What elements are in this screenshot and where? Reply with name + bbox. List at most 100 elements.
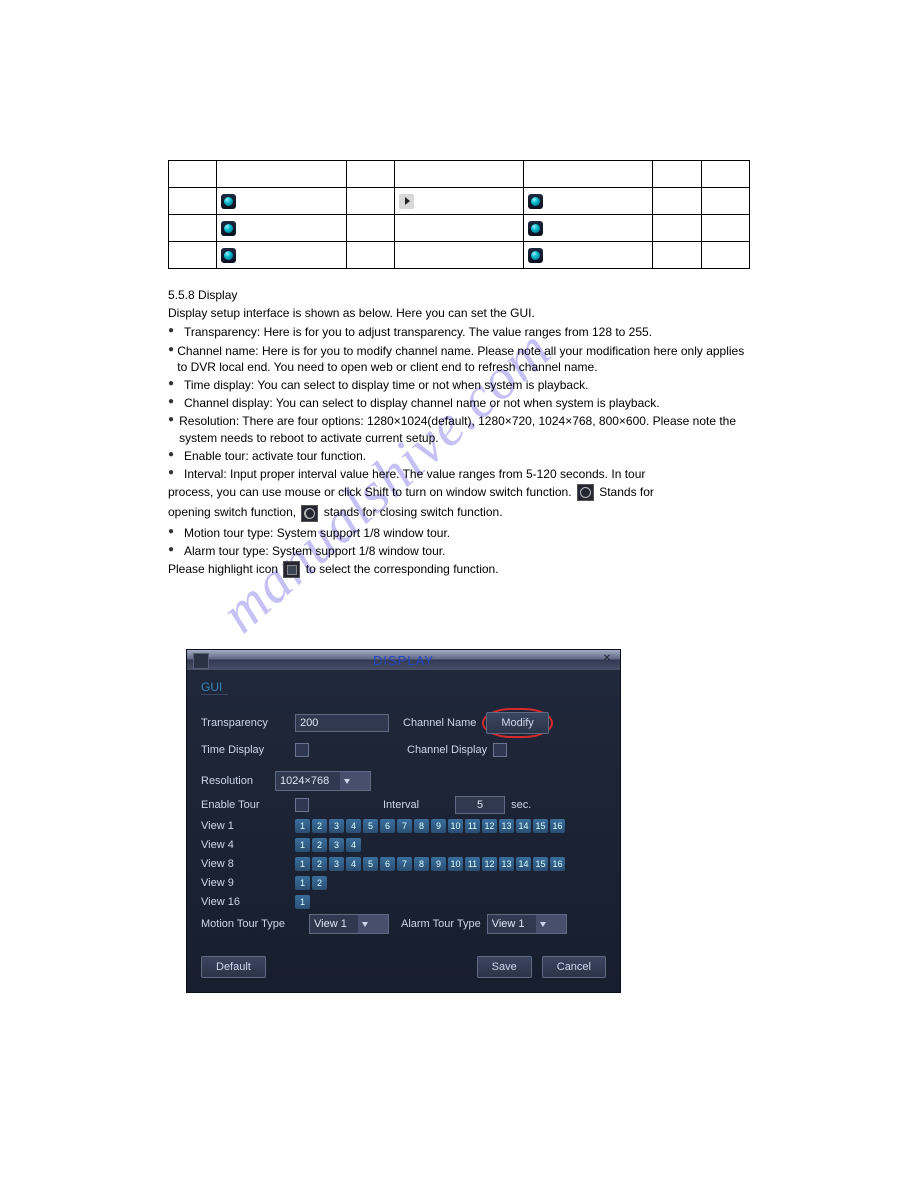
close-icon[interactable]: ✕ xyxy=(600,652,614,666)
channel-button[interactable]: 1 xyxy=(295,819,310,833)
time-display-label: Time Display xyxy=(201,744,289,756)
channel-button[interactable]: 14 xyxy=(516,819,531,833)
channel-button[interactable]: 2 xyxy=(312,819,327,833)
channel-button[interactable]: 10 xyxy=(448,857,463,871)
channel-button[interactable]: 9 xyxy=(431,857,446,871)
view-label: View 9 xyxy=(201,877,289,889)
channel-button[interactable]: 1 xyxy=(295,857,310,871)
channel-button[interactable]: 15 xyxy=(533,819,548,833)
channel-button[interactable]: 6 xyxy=(380,857,395,871)
save-button[interactable]: Save xyxy=(477,956,532,978)
channel-button[interactable]: 11 xyxy=(465,857,480,871)
default-button[interactable]: Default xyxy=(201,956,266,978)
bullet-alarm-tour: Alarm tour type: System support 1/8 wind… xyxy=(184,543,445,559)
bullet-transparency: Transparency: Here is for you to adjust … xyxy=(184,324,652,340)
enable-tour-checkbox[interactable] xyxy=(295,798,309,812)
record-icon xyxy=(221,221,236,236)
channel-button[interactable]: 15 xyxy=(533,857,548,871)
inline-icon-line: process, you can use mouse or click Shif… xyxy=(168,484,750,501)
modify-highlight-ellipse: Modify xyxy=(482,708,552,738)
channel-button[interactable]: 8 xyxy=(414,857,429,871)
channel-button[interactable]: 10 xyxy=(448,819,463,833)
modify-button[interactable]: Modify xyxy=(486,712,548,734)
channel-button[interactable]: 3 xyxy=(329,857,344,871)
transparency-label: Transparency xyxy=(201,717,289,729)
bullet-interval: Interval: Input proper interval value he… xyxy=(184,466,645,482)
highlight-square-icon xyxy=(283,561,300,578)
channel-button[interactable]: 5 xyxy=(363,819,378,833)
channel-display-label: Channel Display xyxy=(407,744,487,756)
channel-button[interactable]: 6 xyxy=(380,819,395,833)
interval-unit: sec. xyxy=(511,799,531,811)
channel-button[interactable]: 12 xyxy=(482,819,497,833)
alarm-tour-label: Alarm Tour Type xyxy=(401,918,481,930)
inline-icon-line-2: opening switch function, stands for clos… xyxy=(168,504,750,521)
channel-button[interactable]: 11 xyxy=(465,819,480,833)
channel-icon xyxy=(528,221,543,236)
channel-button[interactable]: 13 xyxy=(499,819,514,833)
channel-button[interactable]: 14 xyxy=(516,857,531,871)
bullet-channel-name: Channel name: Here is for you to modify … xyxy=(177,343,750,375)
channel-grid: 12345678910111213141516 xyxy=(295,857,565,871)
channel-display-checkbox[interactable] xyxy=(493,743,507,757)
bullet-channel-display: Channel display: You can select to displ… xyxy=(184,395,660,411)
bullet-motion-tour: Motion tour type: System support 1/8 win… xyxy=(184,525,450,541)
highlight-line: Please highlight icon to select the corr… xyxy=(168,561,750,578)
play-arrow-icon xyxy=(399,194,414,209)
channel-button[interactable]: 1 xyxy=(295,838,310,852)
bullet-time-display: Time display: You can select to display … xyxy=(184,377,588,393)
time-display-checkbox[interactable] xyxy=(295,743,309,757)
channel-button[interactable]: 4 xyxy=(346,838,361,852)
interval-input[interactable] xyxy=(455,796,505,814)
channel-button[interactable]: 7 xyxy=(397,857,412,871)
enable-tour-label: Enable Tour xyxy=(201,799,289,811)
view-label: View 1 xyxy=(201,820,289,832)
resolution-label: Resolution xyxy=(201,775,269,787)
channel-button[interactable]: 12 xyxy=(482,857,497,871)
display-dialog: DISPLAY ✕ GUI Transparency Channel Name … xyxy=(186,649,621,993)
channel-button[interactable]: 2 xyxy=(312,857,327,871)
view-label: View 4 xyxy=(201,839,289,851)
body-line: Display setup interface is shown as belo… xyxy=(168,305,750,321)
section-heading: 5.5.8 Display xyxy=(168,287,750,303)
channel-grid: 12 xyxy=(295,876,327,890)
channel-button[interactable]: 16 xyxy=(550,857,565,871)
resolution-select[interactable]: 1024×768 xyxy=(275,771,371,791)
view-label: View 16 xyxy=(201,896,289,908)
channel-button[interactable]: 3 xyxy=(329,838,344,852)
transparency-input[interactable] xyxy=(295,714,389,732)
channel-grid: 1 xyxy=(295,895,310,909)
channel-button[interactable]: 13 xyxy=(499,857,514,871)
channel-icon xyxy=(528,194,543,209)
record-icon xyxy=(221,248,236,263)
channel-button[interactable]: 16 xyxy=(550,819,565,833)
record-icon xyxy=(221,194,236,209)
channel-grid: 12345678910111213141516 xyxy=(295,819,565,833)
bullet-enable-tour: Enable tour: activate tour function. xyxy=(184,448,366,464)
dialog-titlebar: DISPLAY ✕ xyxy=(187,650,620,670)
channel-icon xyxy=(528,248,543,263)
channel-button[interactable]: 2 xyxy=(312,838,327,852)
bullet-resolution: Resolution: There are four options: 1280… xyxy=(179,413,750,445)
channel-button[interactable]: 4 xyxy=(346,819,361,833)
channel-button[interactable]: 7 xyxy=(397,819,412,833)
channel-button[interactable]: 4 xyxy=(346,857,361,871)
interval-label: Interval xyxy=(383,799,419,811)
switch-close-icon xyxy=(301,505,318,522)
status-icon-table xyxy=(168,160,750,269)
switch-open-icon xyxy=(577,484,594,501)
dialog-icon xyxy=(193,653,209,669)
channel-button[interactable]: 1 xyxy=(295,895,310,909)
channel-button[interactable]: 1 xyxy=(295,876,310,890)
channel-button[interactable]: 5 xyxy=(363,857,378,871)
alarm-tour-select[interactable]: View 1 xyxy=(487,914,567,934)
view-label: View 8 xyxy=(201,858,289,870)
motion-tour-label: Motion Tour Type xyxy=(201,918,303,930)
channel-button[interactable]: 8 xyxy=(414,819,429,833)
channel-button[interactable]: 2 xyxy=(312,876,327,890)
channel-button[interactable]: 3 xyxy=(329,819,344,833)
cancel-button[interactable]: Cancel xyxy=(542,956,606,978)
channel-button[interactable]: 9 xyxy=(431,819,446,833)
motion-tour-select[interactable]: View 1 xyxy=(309,914,389,934)
channel-grid: 1234 xyxy=(295,838,361,852)
